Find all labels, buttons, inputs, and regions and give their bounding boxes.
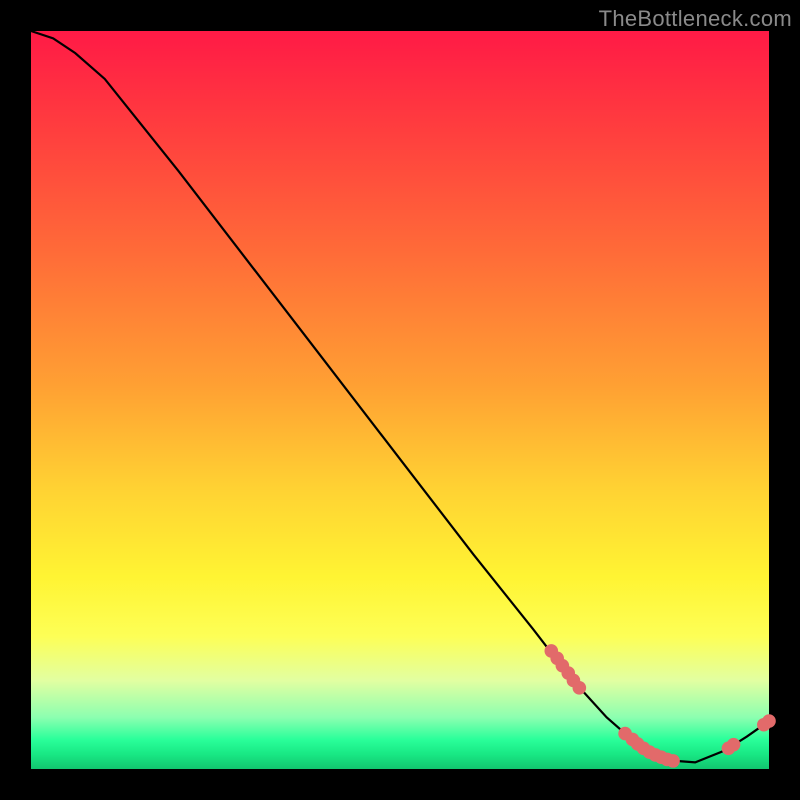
marker-group <box>544 644 775 768</box>
data-point <box>666 754 680 768</box>
data-point <box>727 738 741 752</box>
data-point <box>762 714 776 728</box>
chart-stage: TheBottleneck.com <box>0 0 800 800</box>
data-point <box>573 681 587 695</box>
bottleneck-curve <box>31 31 769 762</box>
plot-area <box>31 31 769 769</box>
watermark-text: TheBottleneck.com <box>599 6 792 32</box>
chart-svg <box>31 31 769 769</box>
